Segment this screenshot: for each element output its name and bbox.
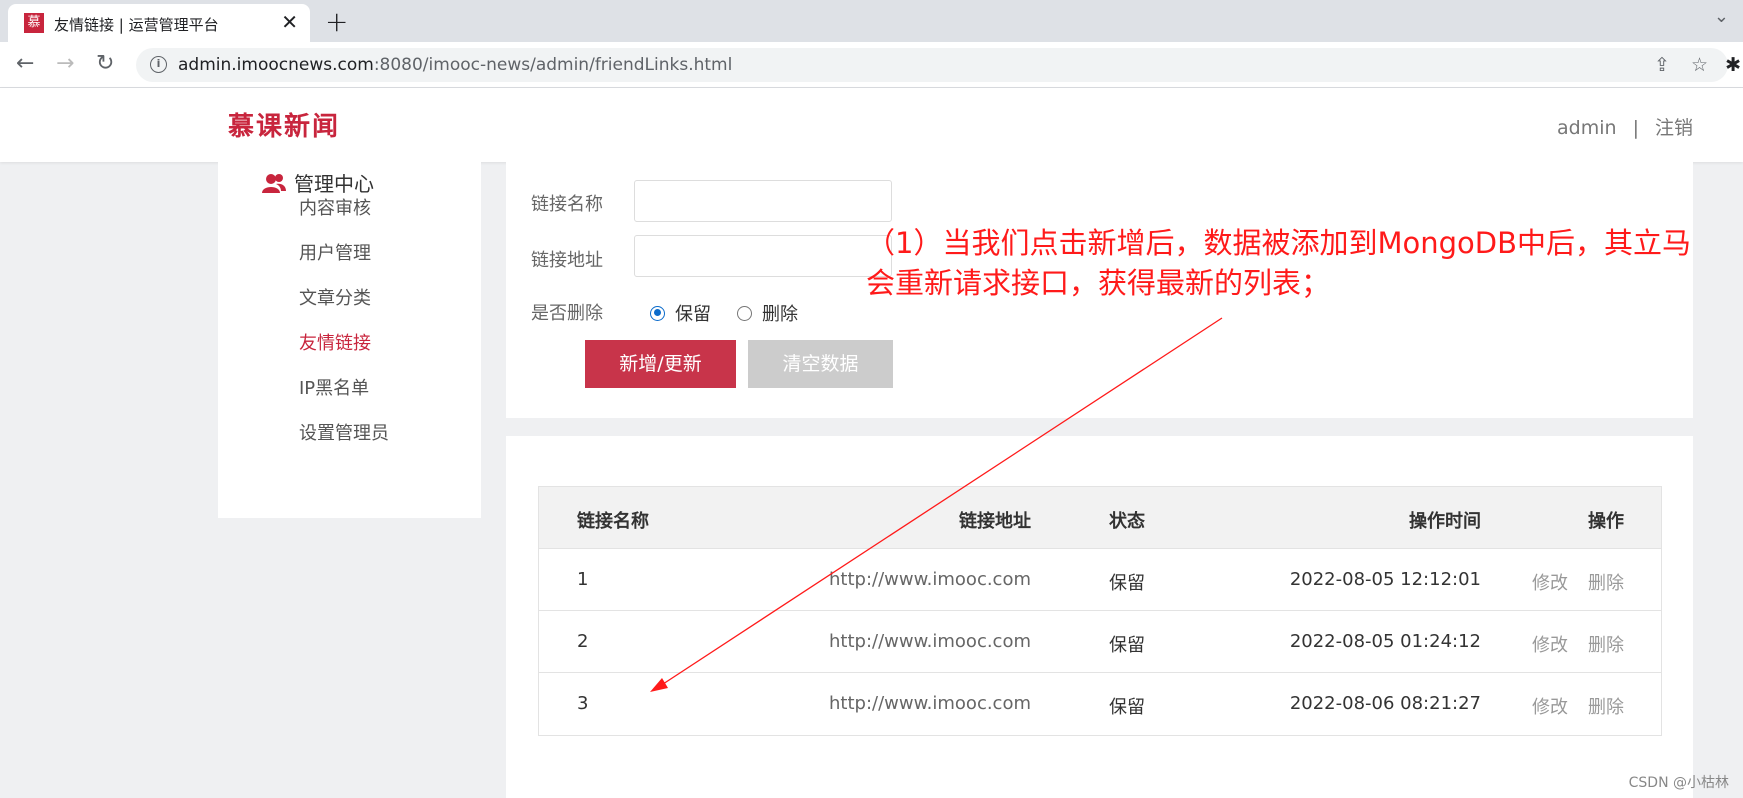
table-row: 2 http://www.imooc.com 保留 2022-08-05 01:… bbox=[539, 611, 1661, 673]
row-link-name: 3 bbox=[577, 693, 589, 714]
sidebar-item-article-category[interactable]: 文章分类 bbox=[299, 284, 371, 310]
close-tab-icon[interactable]: ✕ bbox=[281, 10, 298, 34]
url-path: :8080/imooc-news/admin/friendLinks.html bbox=[373, 55, 733, 75]
url-text[interactable]: admin.imoocnews.com:8080/imooc-news/admi… bbox=[178, 55, 732, 75]
link-url-label: 链接地址 bbox=[531, 250, 603, 271]
address-bar[interactable]: i admin.imoocnews.com:8080/imooc-news/ad… bbox=[136, 48, 1728, 82]
sidebar-item-user-management[interactable]: 用户管理 bbox=[299, 239, 371, 265]
username[interactable]: admin bbox=[1557, 117, 1617, 139]
row-operations: 修改 删除 bbox=[1512, 631, 1624, 657]
link-name-input[interactable] bbox=[634, 180, 892, 222]
header-separator: | bbox=[1632, 117, 1639, 139]
sidebar-title: 管理中心 bbox=[262, 168, 374, 197]
row-status: 保留 bbox=[1109, 635, 1145, 656]
row-status: 保留 bbox=[1109, 697, 1145, 718]
row-time: 2022-08-05 01:24:12 bbox=[1289, 631, 1481, 652]
edit-link[interactable]: 修改 bbox=[1532, 697, 1568, 718]
row-link-url: http://www.imooc.com bbox=[829, 569, 1031, 590]
radio-delete-label[interactable]: 删除 bbox=[762, 300, 798, 326]
radio-delete[interactable] bbox=[737, 305, 752, 321]
link-name-label: 链接名称 bbox=[531, 194, 603, 215]
tab-search-icon[interactable]: ⌄ bbox=[1714, 6, 1729, 27]
header-link-name: 链接名称 bbox=[577, 511, 649, 532]
url-host: admin.imoocnews.com bbox=[178, 55, 374, 75]
row-status: 保留 bbox=[1109, 573, 1145, 594]
links-table-card: 链接名称 链接地址 状态 操作时间 操作 1 http://www.imooc.… bbox=[506, 436, 1693, 798]
link-url-input[interactable] bbox=[634, 235, 892, 277]
sidebar-item-ip-blacklist[interactable]: IP黑名单 bbox=[299, 374, 369, 400]
header-operation: 操作 bbox=[1588, 511, 1624, 532]
share-icon[interactable]: ⇪ bbox=[1654, 54, 1670, 76]
back-arrow-icon[interactable]: ← bbox=[16, 51, 34, 76]
delete-link[interactable]: 删除 bbox=[1588, 573, 1624, 594]
edit-link[interactable]: 修改 bbox=[1532, 573, 1568, 594]
row-operations: 修改 删除 bbox=[1512, 569, 1624, 595]
site-info-icon[interactable]: i bbox=[150, 56, 167, 73]
delete-flag-label: 是否删除 bbox=[531, 303, 603, 324]
app-header: 慕课新闻 admin | 注销 bbox=[0, 88, 1743, 162]
sidebar: 管理中心 内容审核 用户管理 文章分类 友情链接 IP黑名单 设置管理员 bbox=[218, 162, 481, 518]
row-link-url: http://www.imooc.com bbox=[829, 631, 1031, 652]
radio-keep-label[interactable]: 保留 bbox=[675, 300, 711, 326]
site-logo[interactable]: 慕课新闻 bbox=[228, 106, 340, 143]
header-time: 操作时间 bbox=[1409, 511, 1481, 532]
favicon-icon: 慕 bbox=[24, 13, 44, 33]
browser-toolbar: ← → ↻ i admin.imoocnews.com:8080/imooc-n… bbox=[0, 42, 1743, 88]
row-time: 2022-08-05 12:12:01 bbox=[1289, 569, 1481, 590]
links-table: 链接名称 链接地址 状态 操作时间 操作 1 http://www.imooc.… bbox=[538, 486, 1662, 736]
row-link-url: http://www.imooc.com bbox=[829, 693, 1031, 714]
delete-link[interactable]: 删除 bbox=[1588, 635, 1624, 656]
table-row: 3 http://www.imooc.com 保留 2022-08-06 08:… bbox=[539, 673, 1661, 735]
delete-flag-radio-group: 保留 删除 bbox=[650, 300, 824, 326]
sidebar-item-set-admin[interactable]: 设置管理员 bbox=[299, 419, 389, 445]
watermark: CSDN @小枯林 bbox=[1628, 775, 1729, 791]
row-operations: 修改 删除 bbox=[1512, 693, 1624, 719]
table-row: 1 http://www.imooc.com 保留 2022-08-05 12:… bbox=[539, 549, 1661, 611]
logout-link[interactable]: 注销 bbox=[1655, 117, 1693, 139]
clear-data-button[interactable]: 清空数据 bbox=[748, 340, 893, 388]
sidebar-title-label: 管理中心 bbox=[294, 172, 374, 196]
extensions-puzzle-icon[interactable]: ✱ bbox=[1725, 54, 1741, 76]
bookmark-star-icon[interactable]: ☆ bbox=[1691, 54, 1708, 76]
sidebar-item-content-review[interactable]: 内容审核 bbox=[299, 194, 371, 220]
new-tab-button[interactable]: + bbox=[325, 5, 348, 38]
row-link-name: 2 bbox=[577, 631, 589, 652]
tab-title: 友情链接 | 运营管理平台 bbox=[54, 16, 219, 34]
header-link-url: 链接地址 bbox=[959, 511, 1031, 532]
browser-tab-bar: 慕 友情链接 | 运营管理平台 ✕ + ⌄ bbox=[0, 0, 1743, 42]
radio-keep[interactable] bbox=[650, 305, 665, 321]
forward-arrow-icon[interactable]: → bbox=[56, 51, 74, 76]
row-link-name: 1 bbox=[577, 569, 589, 590]
annotation-text: （1）当我们点击新增后，数据被添加到MongoDB中后，其立马 会重新请求接口，… bbox=[866, 223, 1726, 303]
header-status: 状态 bbox=[1109, 511, 1145, 532]
browser-tab[interactable]: 慕 友情链接 | 运营管理平台 ✕ bbox=[8, 4, 310, 42]
annotation-line-1: （1）当我们点击新增后，数据被添加到MongoDB中后，其立马 bbox=[866, 226, 1691, 260]
users-icon bbox=[262, 173, 286, 193]
reload-icon[interactable]: ↻ bbox=[96, 51, 114, 76]
edit-link[interactable]: 修改 bbox=[1532, 635, 1568, 656]
table-header-row: 链接名称 链接地址 状态 操作时间 操作 bbox=[539, 487, 1661, 549]
add-update-button[interactable]: 新增/更新 bbox=[585, 340, 736, 388]
row-time: 2022-08-06 08:21:27 bbox=[1289, 693, 1481, 714]
sidebar-item-friend-links[interactable]: 友情链接 bbox=[299, 329, 371, 355]
delete-link[interactable]: 删除 bbox=[1588, 697, 1624, 718]
user-area: admin | 注销 bbox=[1557, 113, 1693, 140]
annotation-line-2: 会重新请求接口，获得最新的列表； bbox=[866, 266, 1331, 300]
